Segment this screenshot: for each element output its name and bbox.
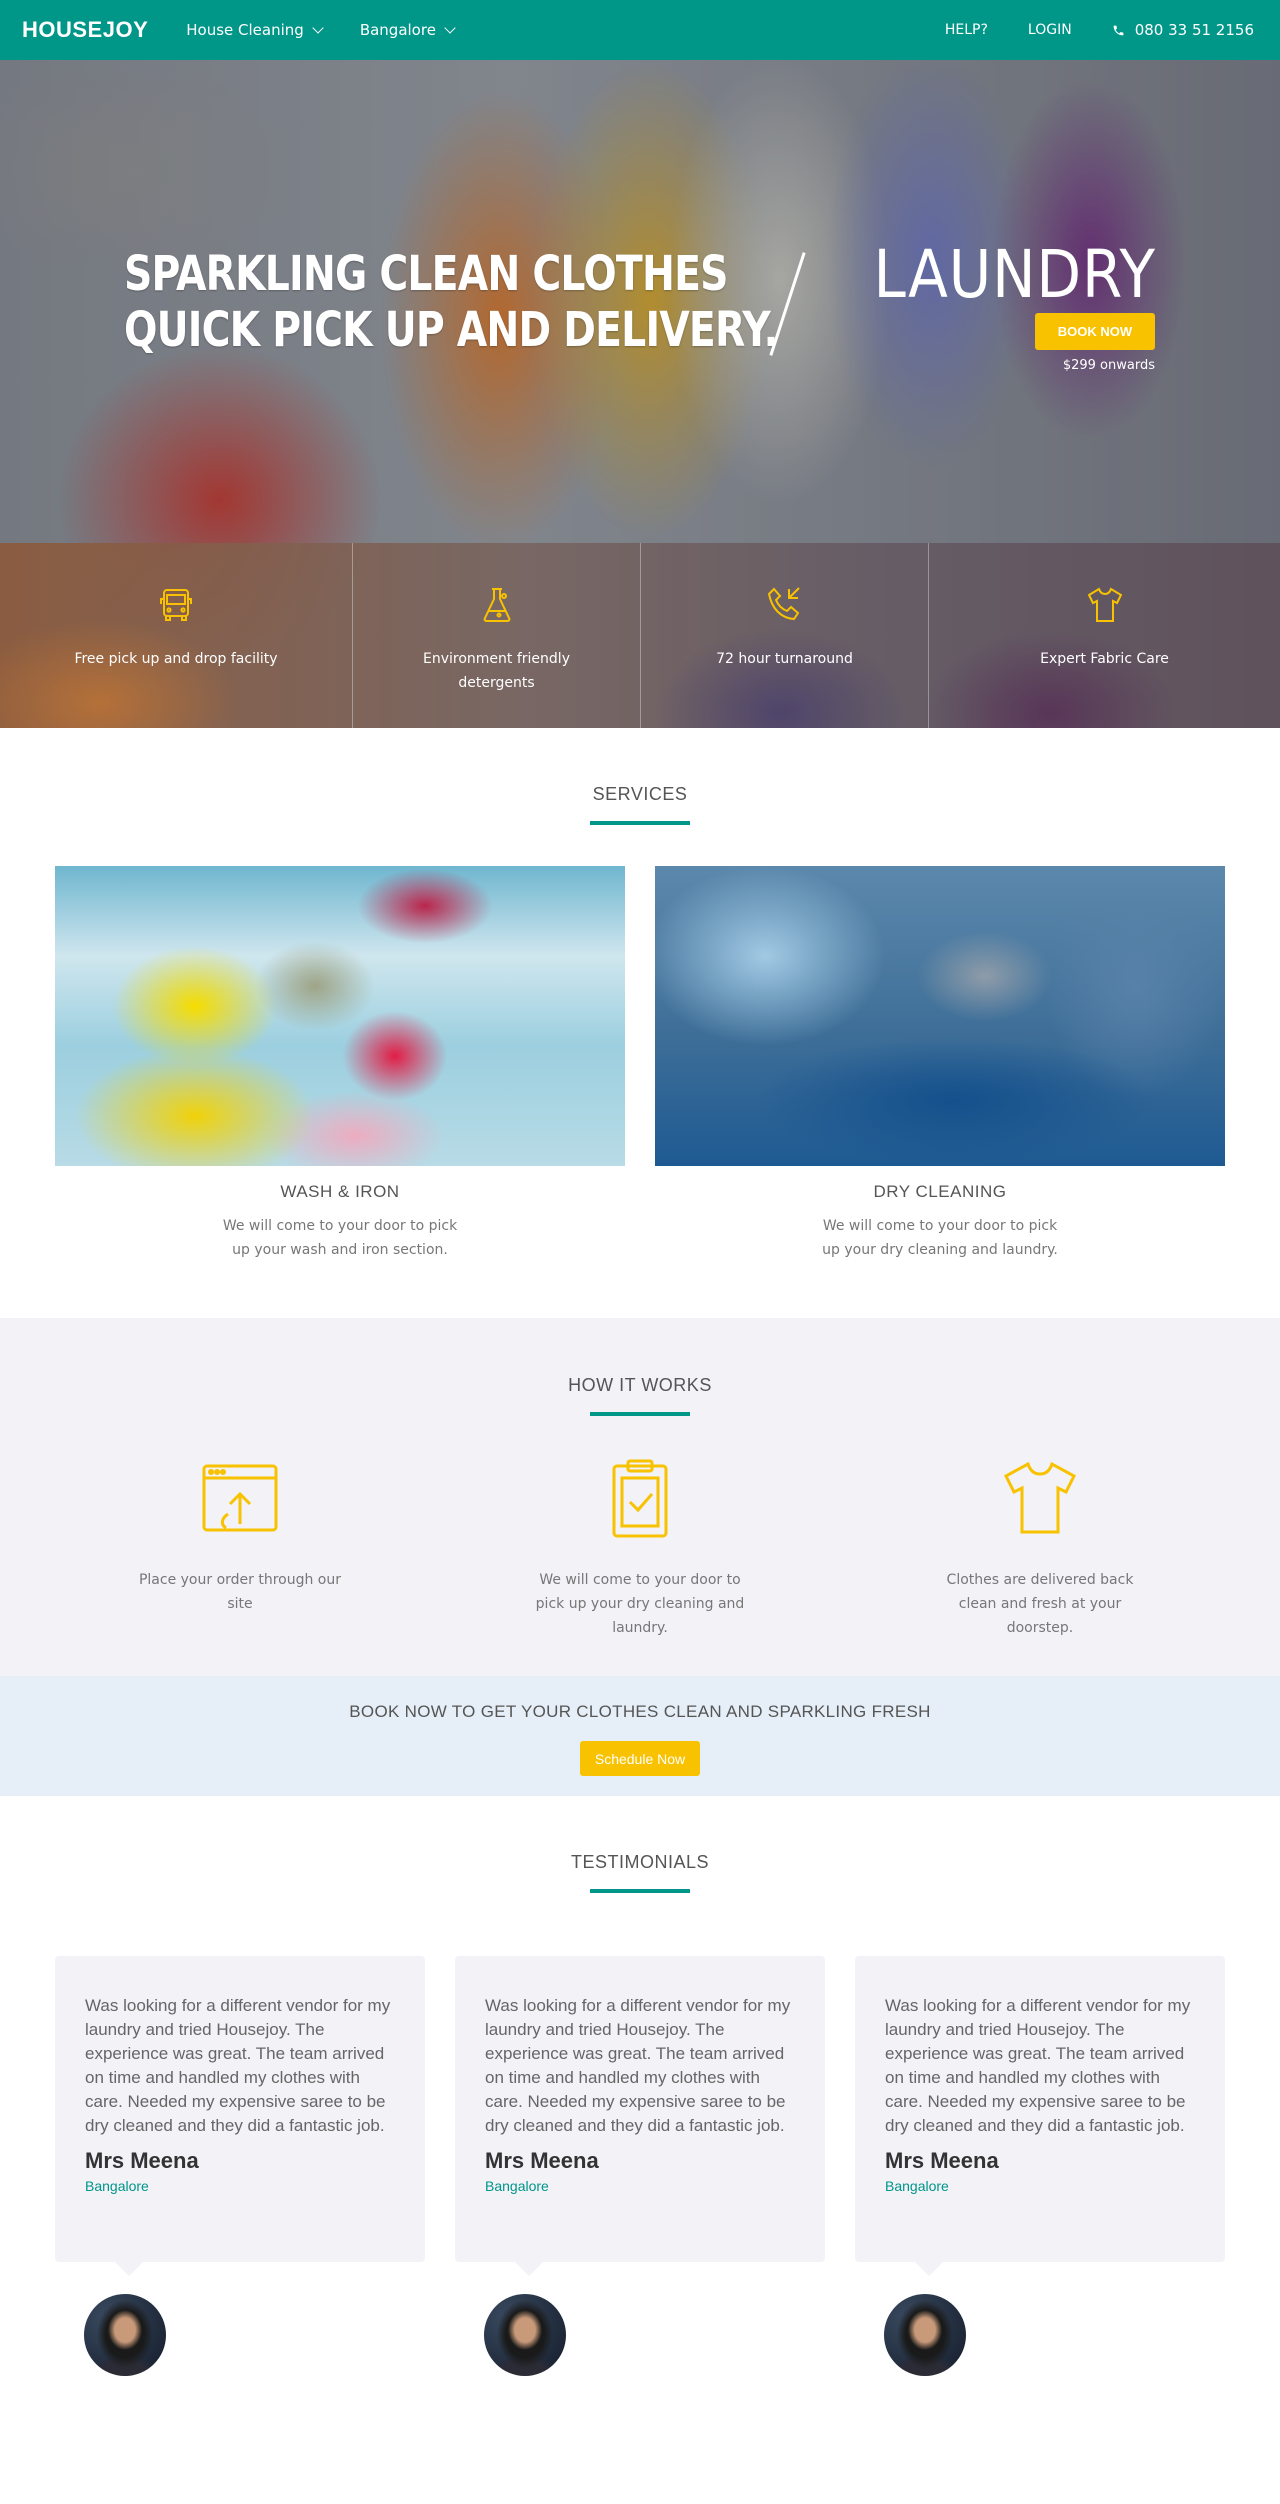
testimonial-author: Mrs Meena	[85, 2148, 199, 2173]
feature-pickup: Free pick up and drop facility	[0, 543, 352, 728]
how-it-works-section: HOW IT WORKS Place your order through ou…	[0, 1318, 1280, 1676]
wash-iron-description: We will come to your door to pick up you…	[55, 1214, 625, 1262]
how-step-pickup: We will come to your door to pick up you…	[490, 1458, 790, 1640]
testimonials-title: TESTIMONIALS	[570, 1852, 710, 1872]
feature-detergents-text: Environment friendly detergents	[423, 651, 570, 691]
booking-cta-banner: BOOK NOW TO GET YOUR CLOTHES CLEAN AND S…	[0, 1676, 1280, 1796]
dry-cleaning-description-text: We will come to your door to pick up you…	[822, 1218, 1058, 1258]
top-navbar: HOUSEJOY House Cleaning Bangalore HELP? …	[0, 0, 1280, 60]
feature-fabric-care-text: Expert Fabric Care	[1040, 651, 1169, 667]
wash-iron-image[interactable]	[55, 866, 625, 1166]
testimonial-card: Was looking for a different vendor for m…	[455, 1956, 825, 2276]
service-dropdown-label: House Cleaning	[186, 21, 304, 39]
hero-headline-line2: QUICK PICK UP AND DELIVERY.	[124, 302, 778, 358]
dry-cleaning-image[interactable]	[655, 866, 1225, 1166]
phone-link[interactable]: 080 33 51 2156	[1112, 21, 1254, 39]
feature-pickup-text: Free pick up and drop facility	[74, 651, 278, 667]
services-title: SERVICES	[592, 784, 688, 804]
schedule-now-button[interactable]: Schedule Now	[580, 1741, 700, 1776]
services-title-underline	[590, 821, 690, 825]
testimonial-quote: Was looking for a different vendor for m…	[485, 1996, 791, 2135]
help-link[interactable]: HELP?	[945, 22, 988, 38]
testimonial-quote: Was looking for a different vendor for m…	[85, 1996, 391, 2135]
chevron-down-icon	[312, 21, 324, 34]
hero-service-name: LAUNDRY	[873, 236, 1156, 313]
login-link[interactable]: LOGIN	[1028, 22, 1072, 38]
city-dropdown[interactable]: Bangalore	[359, 21, 456, 39]
how-step-order-text: Place your order through our site	[138, 1572, 342, 1612]
testimonial-author: Mrs Meena	[885, 2148, 999, 2173]
wash-iron-title[interactable]: WASH & IRON	[55, 1182, 625, 1202]
feature-fabric-care: Expert Fabric Care	[928, 543, 1280, 728]
testimonial-card: Was looking for a different vendor for m…	[55, 1956, 425, 2276]
housejoy-logo[interactable]: HOUSEJOY	[22, 17, 148, 43]
feature-turnaround-text: 72 hour turnaround	[716, 651, 853, 667]
van-icon	[160, 589, 192, 621]
dry-cleaning-description: We will come to your door to pick up you…	[655, 1214, 1225, 1262]
how-step-delivery-text: Clothes are delivered back clean and fre…	[946, 1572, 1134, 1636]
testimonial-city: Bangalore	[85, 2178, 149, 2194]
phone-number: 080 33 51 2156	[1134, 21, 1254, 39]
browser-upload-icon	[202, 1464, 278, 1532]
chevron-down-icon	[444, 21, 456, 34]
testimonials-title-underline	[590, 1889, 690, 1893]
dry-cleaning-title[interactable]: DRY CLEANING	[655, 1182, 1225, 1202]
testimonial-card: Was looking for a different vendor for m…	[855, 1956, 1225, 2276]
hero-headline-line1: SPARKLING CLEAN CLOTHES	[124, 246, 728, 302]
how-it-works-title: HOW IT WORKS	[568, 1375, 712, 1395]
wash-iron-description-text: We will come to your door to pick up you…	[222, 1218, 458, 1258]
how-step-pickup-text: We will come to your door to pick up you…	[535, 1572, 745, 1636]
features-strip: Free pick up and drop facility Environme…	[0, 543, 1280, 728]
avatar	[484, 2294, 566, 2376]
testimonial-city: Bangalore	[885, 2178, 949, 2194]
how-step-order: Place your order through our site	[90, 1458, 390, 1616]
how-step-delivery: Clothes are delivered back clean and fre…	[890, 1458, 1190, 1640]
hero-headline: SPARKLING CLEAN CLOTHES QUICK PICK UP AN…	[124, 246, 778, 358]
phone-icon	[1113, 25, 1124, 35]
feature-detergents: Environment friendly detergents	[352, 543, 640, 728]
testimonial-quote: Was looking for a different vendor for m…	[885, 1996, 1191, 2135]
how-it-works-title-underline	[590, 1412, 690, 1416]
tshirt-icon	[1087, 587, 1122, 622]
city-dropdown-label: Bangalore	[359, 21, 436, 39]
book-now-button[interactable]: BOOK NOW	[1035, 313, 1155, 350]
testimonial-city: Bangalore	[485, 2178, 549, 2194]
service-dropdown[interactable]: House Cleaning	[186, 21, 324, 39]
avatar	[84, 2294, 166, 2376]
clipboard-check-icon	[612, 1459, 668, 1538]
tshirt-icon	[1004, 1461, 1076, 1534]
cta-text: BOOK NOW TO GET YOUR CLOTHES CLEAN AND S…	[349, 1702, 931, 1721]
feature-turnaround: 72 hour turnaround	[640, 543, 928, 728]
detergent-flask-icon	[483, 588, 510, 622]
avatar	[884, 2294, 966, 2376]
phone-callback-icon	[767, 587, 800, 621]
nav-right-group: HELP? LOGIN 080 33 51 2156	[905, 21, 1254, 39]
hero-price: $299 onwards	[1062, 358, 1155, 373]
testimonial-author: Mrs Meena	[485, 2148, 599, 2173]
